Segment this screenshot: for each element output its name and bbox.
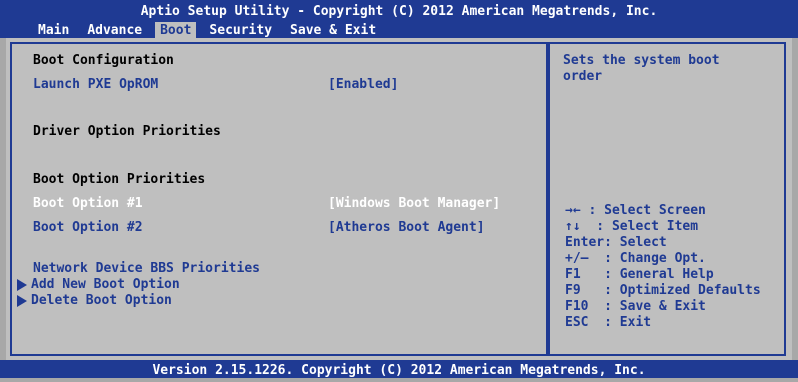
key-select-screen: →← : Select Screen — [565, 203, 706, 218]
tab-security[interactable]: Security — [204, 22, 277, 39]
boot-option-priorities-heading: Boot Option Priorities — [33, 172, 206, 187]
app-title: Aptio Setup Utility - Copyright (C) 2012… — [140, 4, 658, 19]
submenu-arrow-icon — [17, 279, 27, 291]
launch-pxe-value[interactable]: [Enabled] — [328, 77, 398, 93]
key-select-item: ↑↓ : Select Item — [565, 219, 699, 234]
key-legend: →← : Select Screen ↑↓ : Select Item Ente… — [565, 203, 761, 331]
boot-configuration-heading: Boot Configuration — [33, 53, 174, 68]
key-optimized-defaults: F9 : Optimized Defaults — [565, 283, 761, 298]
boot-option-1-label[interactable]: Boot Option #1 — [33, 196, 143, 212]
tab-save-exit[interactable]: Save & Exit — [285, 22, 381, 39]
driver-option-priorities-heading: Driver Option Priorities — [33, 124, 221, 139]
header-bar: Aptio Setup Utility - Copyright (C) 2012… — [0, 0, 798, 39]
key-exit: ESC : Exit — [565, 315, 652, 330]
tab-boot[interactable]: Boot — [155, 22, 197, 39]
footer-version: Version 2.15.1226. Copyright (C) 2012 Am… — [0, 360, 798, 378]
boot-option-2-label[interactable]: Boot Option #2 — [33, 220, 143, 236]
launch-pxe-label[interactable]: Launch PXE OpROM — [33, 77, 158, 93]
help-text-line-2: order — [563, 69, 603, 84]
submenu-arrow-icon — [17, 295, 27, 307]
help-text-line-1: Sets the system boot — [563, 53, 720, 68]
key-change-opt: +/— : Change Opt. — [565, 251, 706, 266]
key-general-help: F1 : General Help — [565, 267, 714, 282]
panel-divider — [546, 42, 550, 356]
add-boot-option-item[interactable]: Add New Boot Option — [31, 277, 180, 293]
boot-option-1-value[interactable]: [Windows Boot Manager] — [328, 196, 500, 212]
tab-main[interactable]: Main — [33, 22, 74, 39]
key-enter-select: Enter: Select — [565, 235, 667, 250]
network-bbs-priorities-item[interactable]: Network Device BBS Priorities — [33, 261, 260, 277]
boot-option-2-value[interactable]: [Atheros Boot Agent] — [328, 220, 485, 236]
tab-bar: Main Advance Boot Security Save & Exit — [33, 22, 389, 39]
key-save-exit: F10 : Save & Exit — [565, 299, 706, 314]
tab-advance[interactable]: Advance — [82, 22, 147, 39]
delete-boot-option-item[interactable]: Delete Boot Option — [31, 293, 172, 309]
